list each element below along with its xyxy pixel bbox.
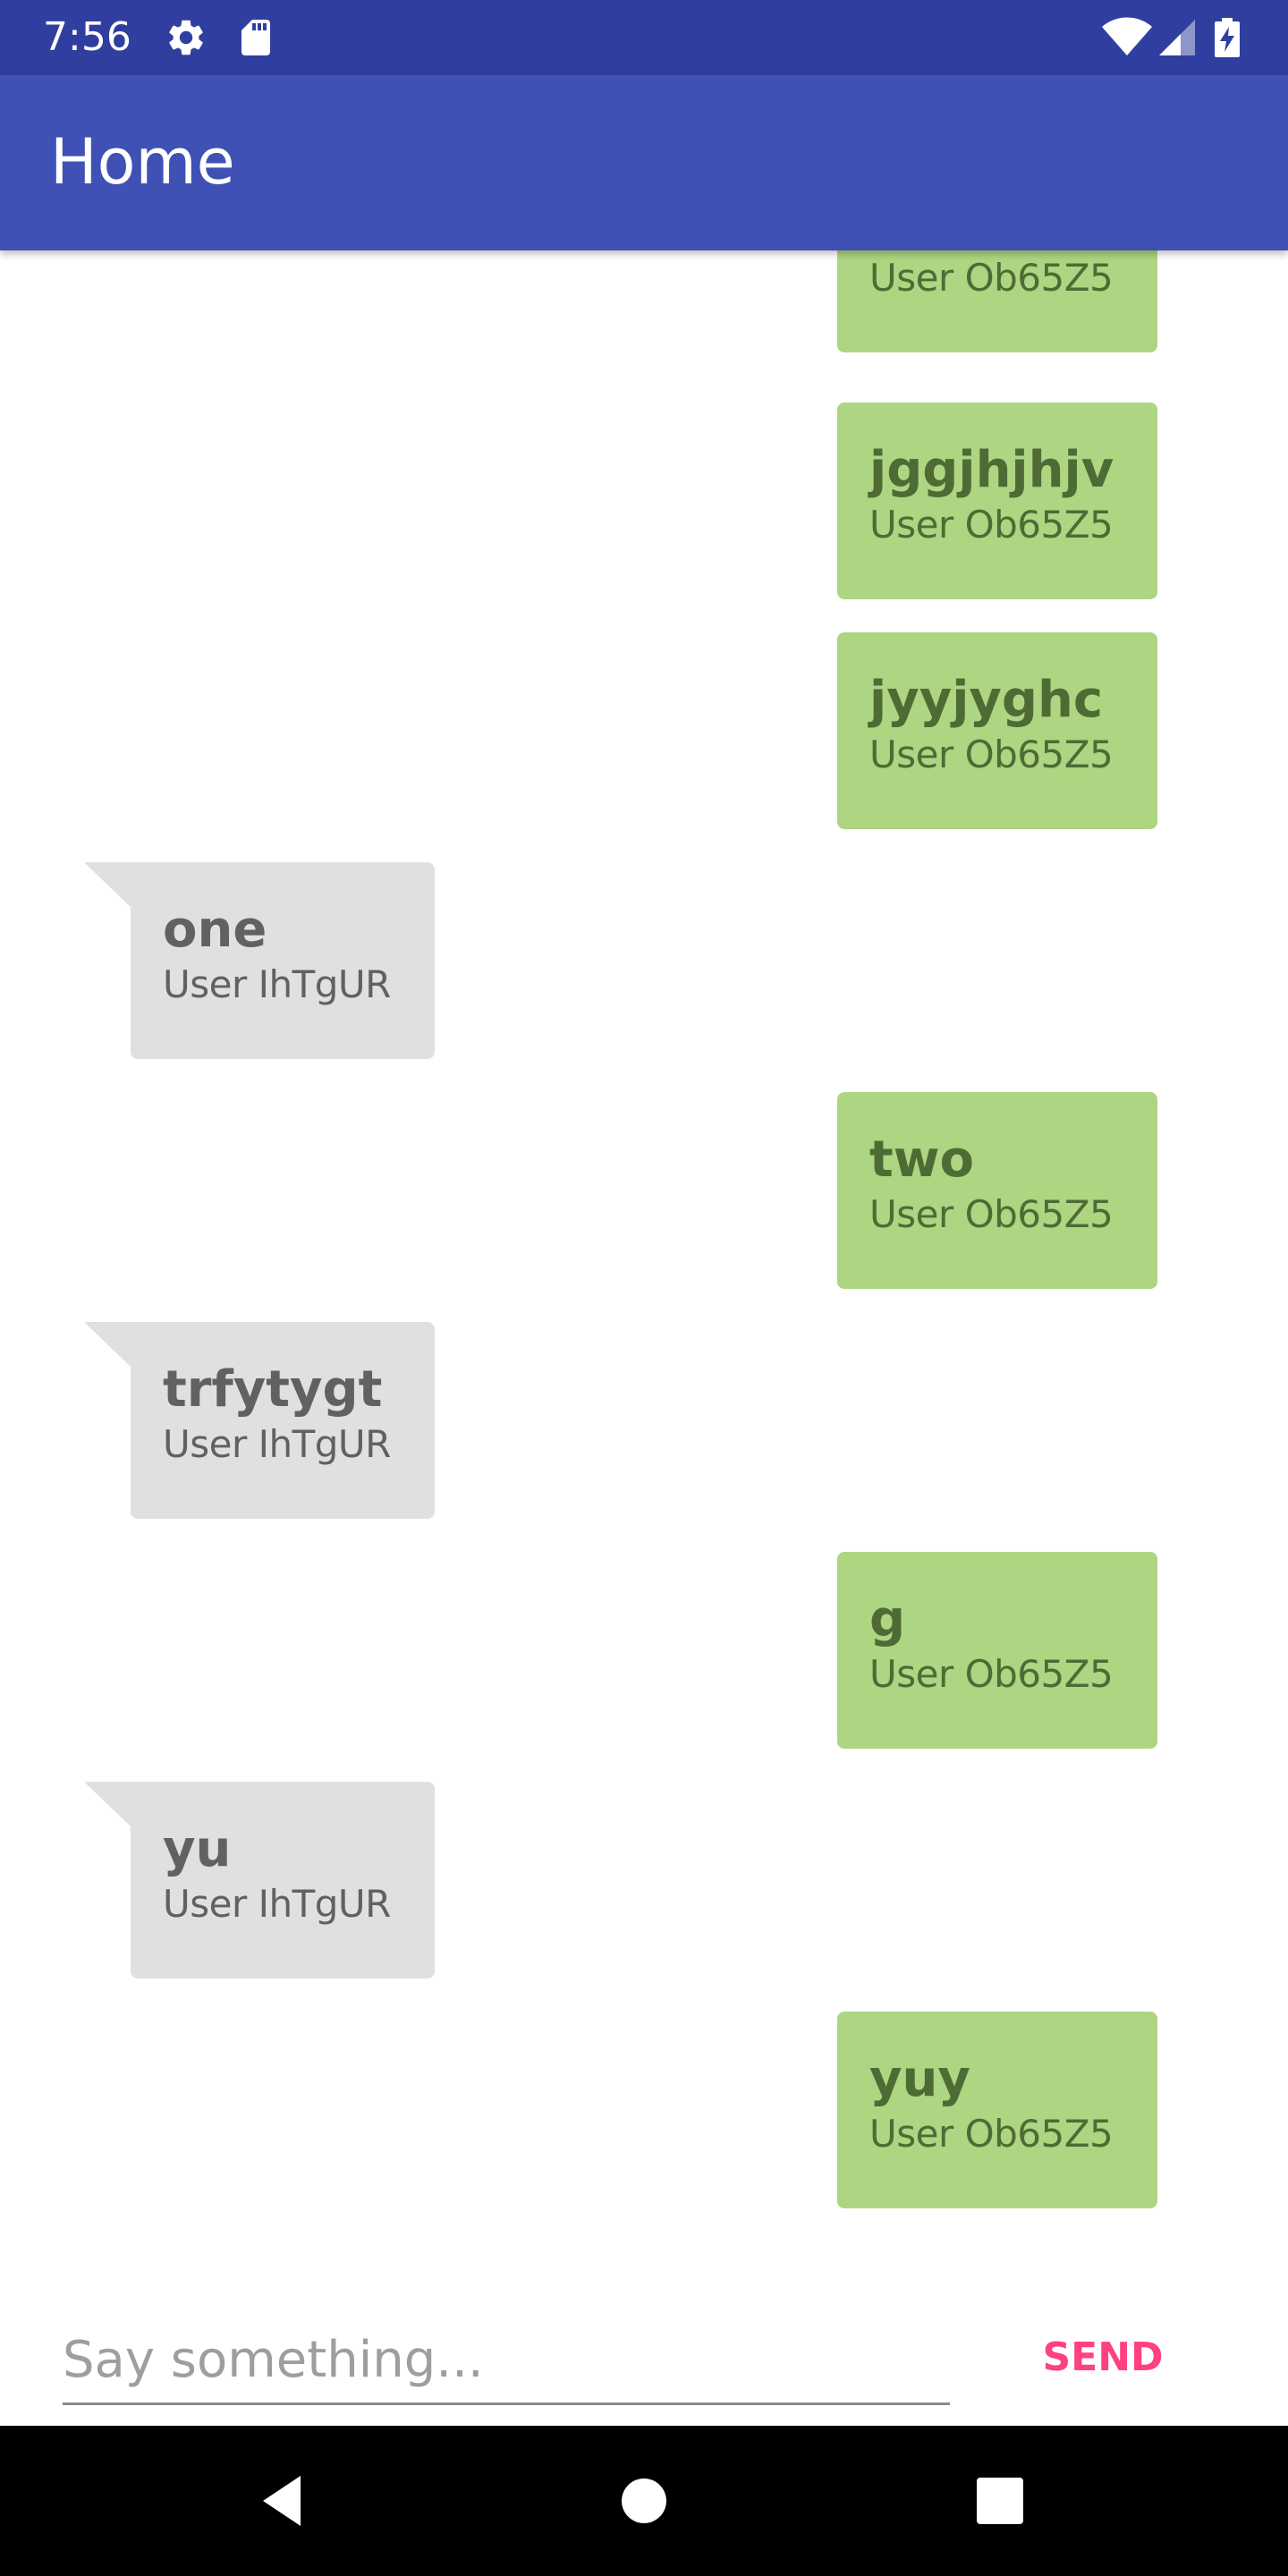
message-bubble-mine: jyyjyghc User Ob65Z5 xyxy=(837,632,1157,829)
message-user: User Ob65Z5 xyxy=(869,256,1114,300)
message-text: yu xyxy=(163,1820,232,1878)
home-icon[interactable] xyxy=(601,2458,687,2544)
message-bubble-mine: yuy User Ob65Z5 xyxy=(837,2012,1157,2208)
recents-icon[interactable] xyxy=(957,2458,1043,2544)
message-text: jggjhjhjv xyxy=(869,441,1114,499)
message-text: trfytygt xyxy=(163,1360,383,1419)
message-user: User Ob65Z5 xyxy=(869,503,1114,547)
status-time: 7:56 xyxy=(43,14,131,60)
message-user: User IhTgUR xyxy=(163,1422,391,1466)
message-bubble-mine: g User Ob65Z5 xyxy=(837,1552,1157,1749)
message-input[interactable] xyxy=(63,2317,950,2405)
message-user: User IhTgUR xyxy=(163,962,391,1006)
message-text: one xyxy=(163,901,267,959)
message-text: yuy xyxy=(869,2050,970,2108)
composer: SEND xyxy=(0,2254,1288,2426)
page-title: Home xyxy=(50,125,235,199)
status-bar: 7:56 xyxy=(0,0,1288,75)
message-bubble-mine: jggjhjhjv User Ob65Z5 xyxy=(837,402,1157,599)
message-bubble-mine: two User Ob65Z5 xyxy=(837,1092,1157,1289)
bubble-tail xyxy=(84,1322,131,1367)
bubble-tail xyxy=(84,1782,131,1826)
bubble-tail xyxy=(84,862,131,907)
message-user: User Ob65Z5 xyxy=(869,1652,1114,1696)
app-bar: Home xyxy=(0,75,1288,250)
battery-charging-icon xyxy=(1211,16,1247,59)
message-text: g xyxy=(869,1590,906,1648)
message-bubble-mine: yhmhggx User Ob65Z5 xyxy=(837,250,1157,352)
message-user: User Ob65Z5 xyxy=(869,1192,1114,1236)
message-bubble-theirs: trfytygt User IhTgUR xyxy=(84,1322,435,1519)
message-text: jyyjyghc xyxy=(869,671,1104,729)
message-bubble-theirs: yu User IhTgUR xyxy=(84,1782,435,1979)
message-bubble-theirs: one User IhTgUR xyxy=(84,862,435,1059)
navigation-bar xyxy=(0,2426,1288,2576)
wifi-icon xyxy=(1100,16,1154,59)
message-text: two xyxy=(869,1131,974,1189)
gear-icon xyxy=(165,16,208,59)
back-icon[interactable] xyxy=(242,2458,327,2544)
message-user: User IhTgUR xyxy=(163,1882,391,1926)
message-user: User Ob65Z5 xyxy=(869,733,1114,776)
cell-signal-icon xyxy=(1156,16,1199,59)
message-list[interactable]: yhmhggx User Ob65Z5 jggjhjhjv User Ob65Z… xyxy=(0,250,1288,2254)
send-button[interactable]: SEND xyxy=(1027,2326,1179,2388)
message-user: User Ob65Z5 xyxy=(869,2112,1114,2156)
sd-card-icon xyxy=(234,16,277,59)
